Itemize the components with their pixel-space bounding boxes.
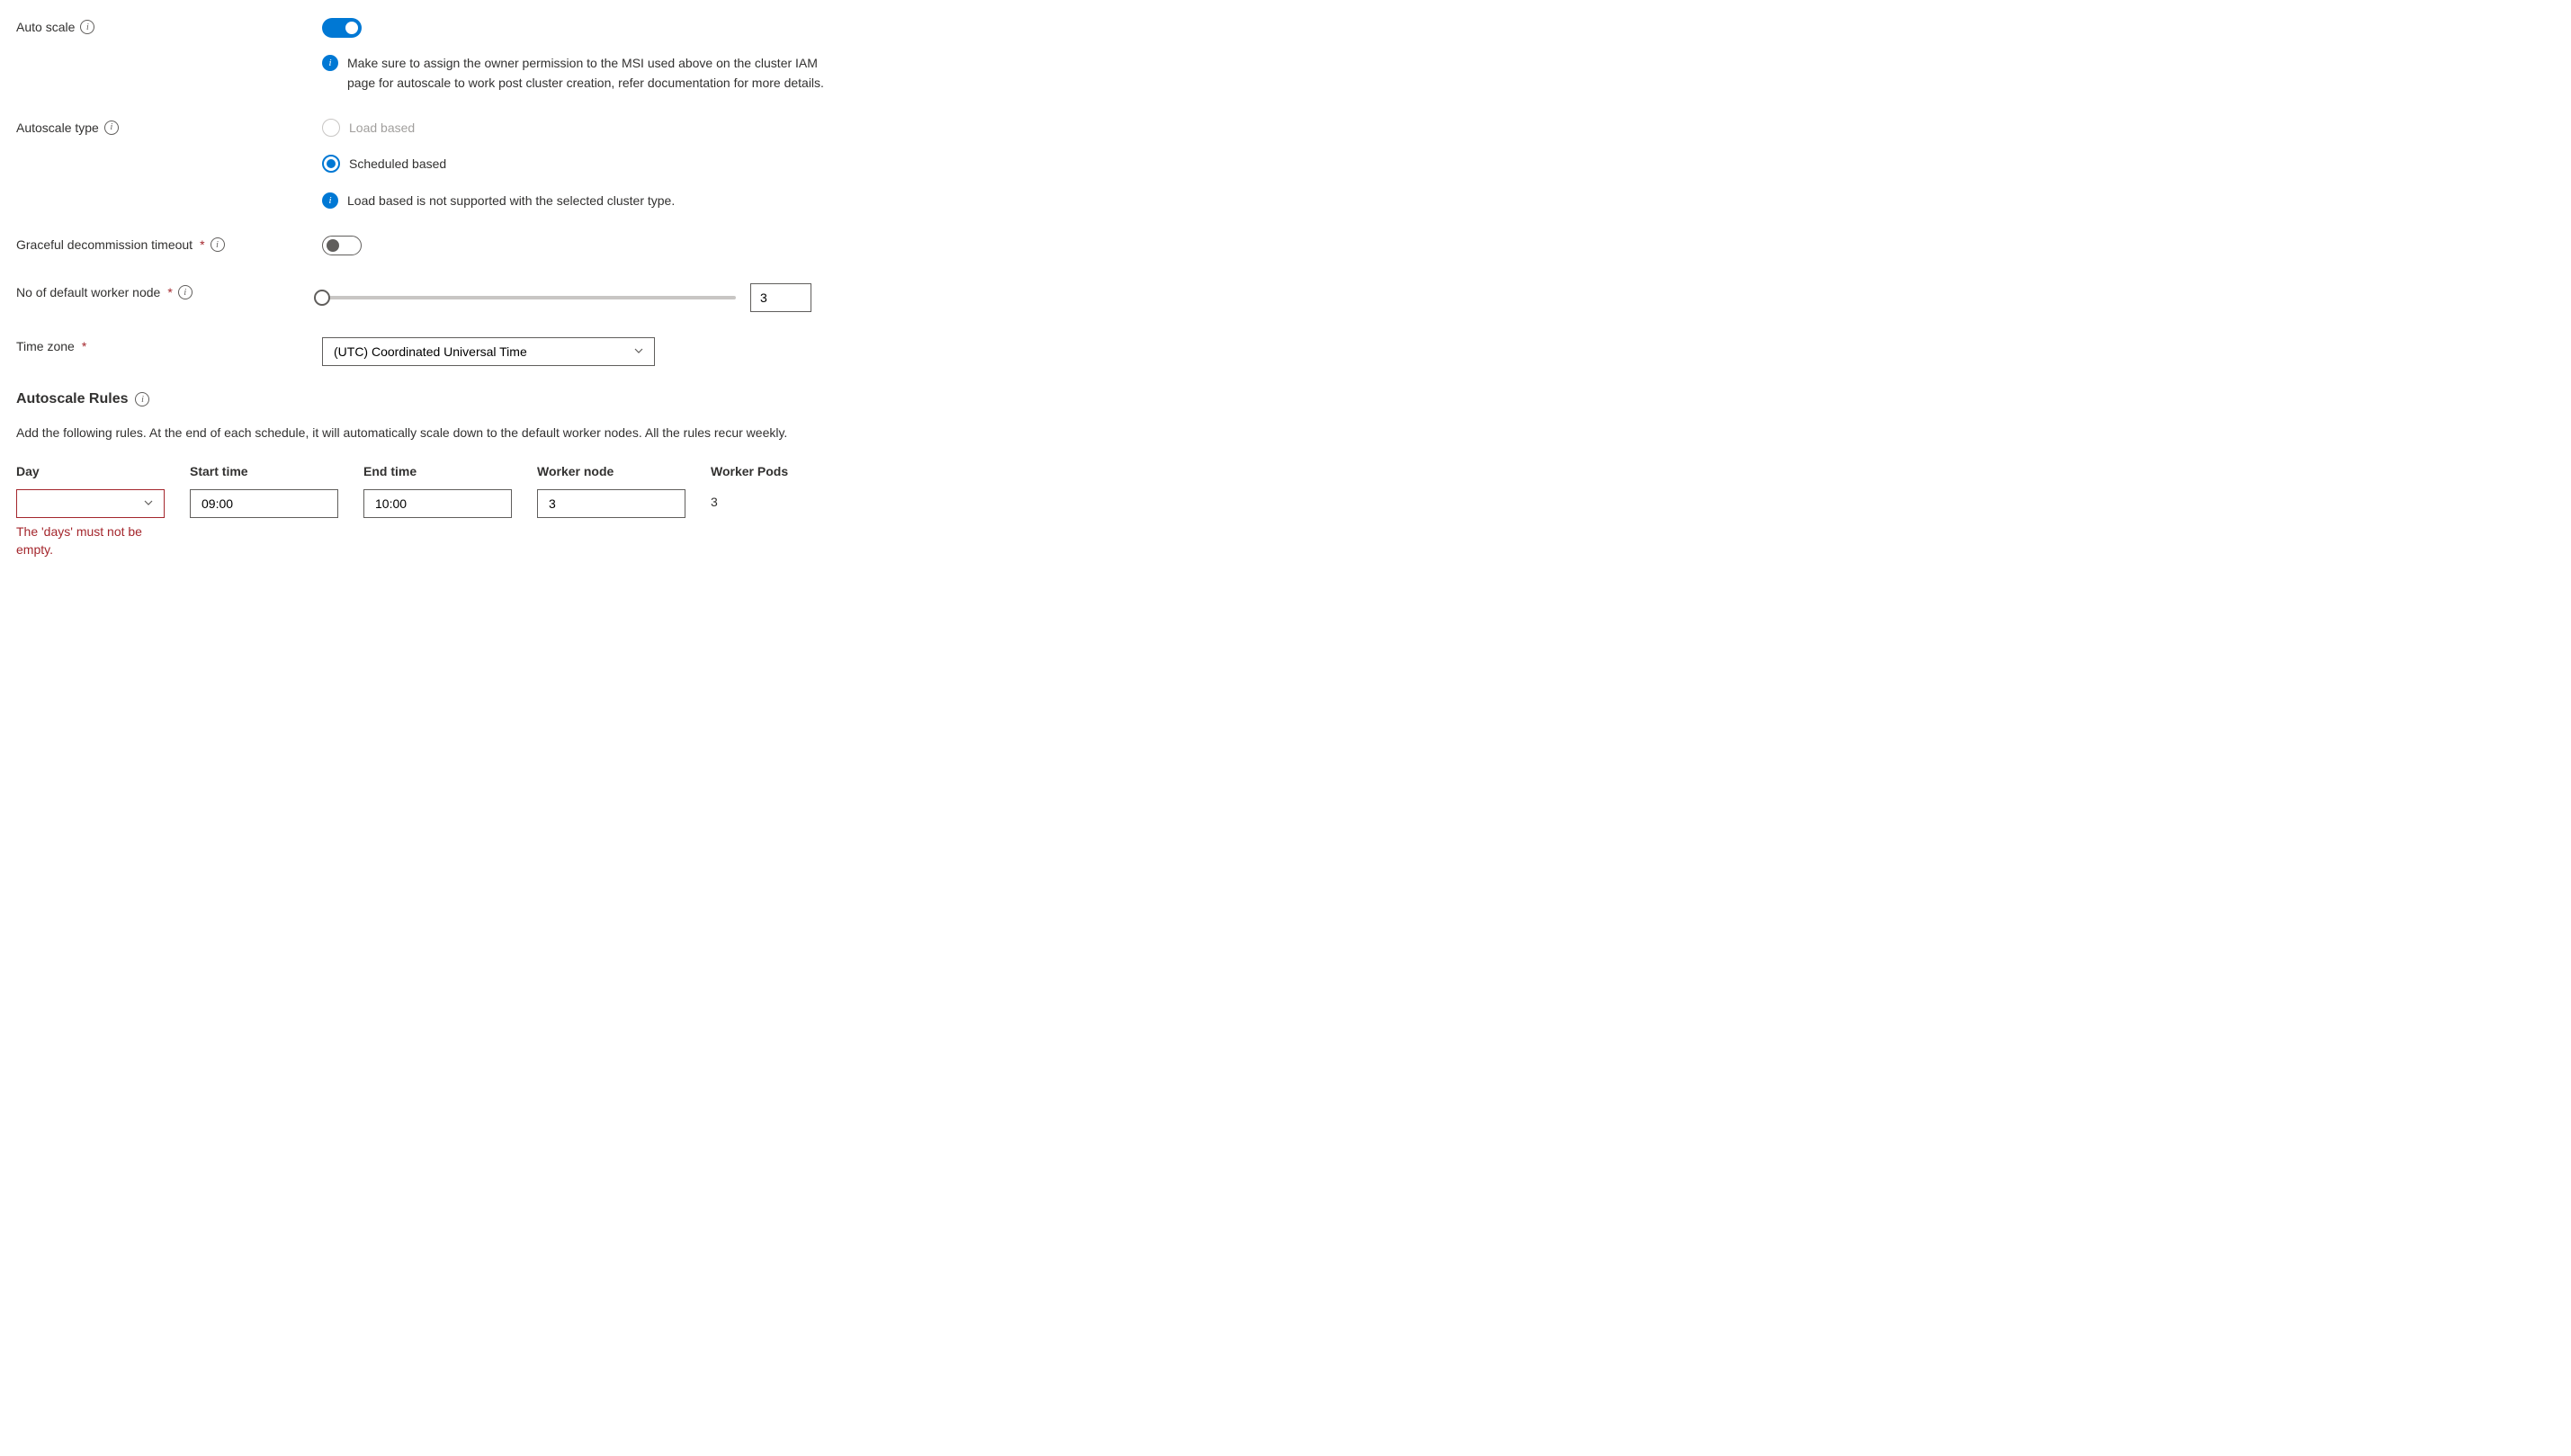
- info-icon[interactable]: i: [104, 121, 119, 135]
- graceful-decommission-label: Graceful decommission timeout: [16, 237, 193, 252]
- info-icon[interactable]: i: [80, 20, 94, 34]
- worker-pods-value: 3: [711, 489, 828, 509]
- worker-node-input[interactable]: [750, 283, 811, 312]
- auto-scale-label: Auto scale: [16, 20, 75, 34]
- autoscale-type-warning: Load based is not supported with the sel…: [347, 191, 675, 210]
- time-zone-select[interactable]: [322, 337, 655, 366]
- required-indicator: *: [167, 285, 172, 299]
- worker-node-slider[interactable]: [322, 296, 736, 299]
- col-header-pods: Worker Pods: [711, 464, 828, 478]
- day-error-message: The 'days' must not be empty.: [16, 523, 156, 558]
- slider-thumb[interactable]: [314, 290, 330, 306]
- graceful-decommission-toggle[interactable]: [322, 236, 362, 255]
- info-icon[interactable]: i: [211, 237, 225, 252]
- info-icon[interactable]: i: [135, 392, 149, 406]
- info-icon: i: [322, 55, 338, 71]
- required-indicator: *: [82, 339, 86, 353]
- time-zone-label: Time zone: [16, 339, 75, 353]
- worker-node-label: No of default worker node: [16, 285, 160, 299]
- required-indicator: *: [200, 237, 204, 252]
- auto-scale-info-text: Make sure to assign the owner permission…: [347, 53, 844, 94]
- col-header-start: Start time: [190, 464, 338, 478]
- radio-load-label: Load based: [349, 121, 415, 135]
- start-time-input[interactable]: [190, 489, 338, 518]
- info-icon[interactable]: i: [178, 285, 193, 299]
- autoscale-type-label: Autoscale type: [16, 121, 99, 135]
- autoscale-rules-heading: Autoscale Rules: [16, 391, 128, 407]
- col-header-worker: Worker node: [537, 464, 685, 478]
- auto-scale-toggle[interactable]: [322, 18, 362, 38]
- col-header-day: Day: [16, 464, 165, 478]
- col-header-end: End time: [363, 464, 512, 478]
- radio-scheduled-based[interactable]: Scheduled based: [322, 155, 862, 173]
- radio-load-based: Load based: [322, 119, 862, 137]
- worker-node-row-input[interactable]: [537, 489, 685, 518]
- table-row: The 'days' must not be empty. 3: [16, 489, 880, 558]
- end-time-input[interactable]: [363, 489, 512, 518]
- info-icon: i: [322, 192, 338, 209]
- day-select[interactable]: [16, 489, 165, 518]
- autoscale-rules-description: Add the following rules. At the end of e…: [16, 424, 844, 442]
- radio-scheduled-label: Scheduled based: [349, 156, 446, 171]
